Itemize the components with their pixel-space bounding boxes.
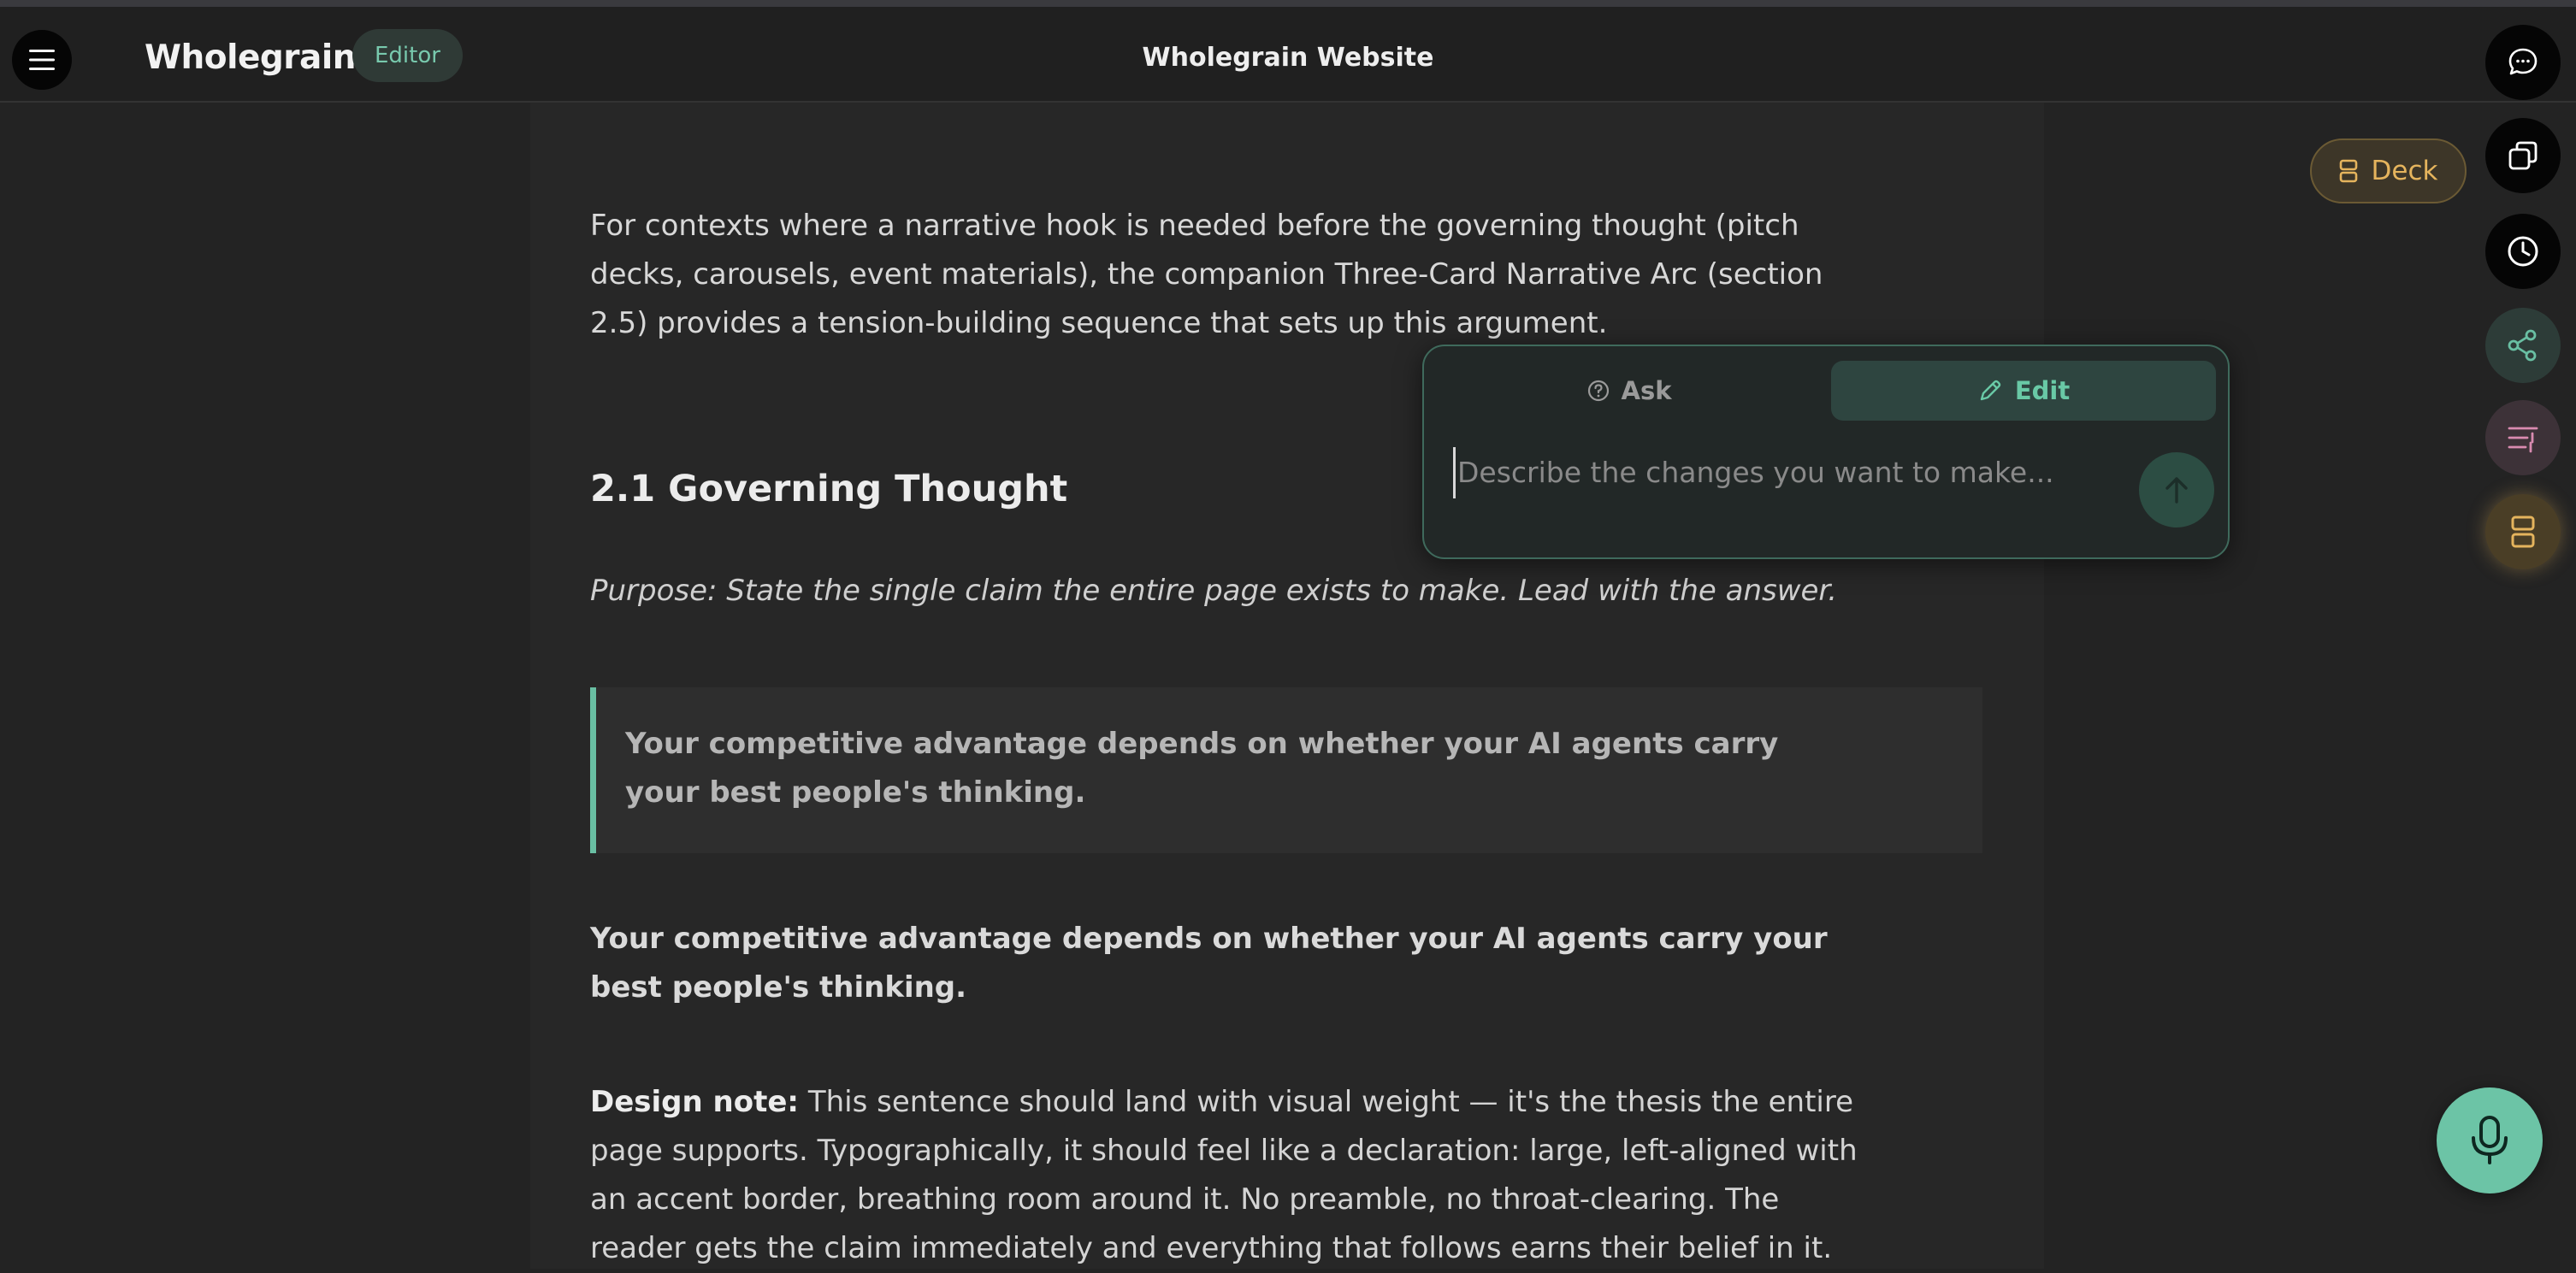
- pencil-icon: [1980, 380, 2001, 401]
- section-heading: 2.1 Governing Thought: [590, 468, 1068, 510]
- document-title: Wholegrain Website: [1142, 43, 1434, 73]
- window-top-bar: [0, 0, 2576, 7]
- edit-mode-tab[interactable]: Edit: [1831, 361, 2216, 421]
- deck-toggle-button[interactable]: [2485, 494, 2561, 569]
- design-note: Design note: This sentence should land w…: [590, 1078, 1873, 1273]
- thesis-statement: Your competitive advantage depends on wh…: [590, 922, 1828, 1005]
- deck-icon: [2511, 516, 2535, 548]
- ask-edit-popover: Ask Edit: [1422, 345, 2230, 559]
- app-header: Wholegrain Editor Wholegrain Website: [0, 7, 2576, 103]
- history-button[interactable]: [2485, 214, 2561, 289]
- share-icon: [2508, 329, 2537, 362]
- deck-button[interactable]: Deck: [2310, 138, 2467, 203]
- edit-label: Edit: [2014, 376, 2071, 405]
- settings-button[interactable]: [2485, 400, 2561, 475]
- clock-icon: [2508, 236, 2538, 267]
- ask-label: Ask: [1621, 376, 1672, 405]
- microphone-icon: [2472, 1116, 2508, 1164]
- share-button[interactable]: [2485, 308, 2561, 383]
- callout-text: Your competitive advantage depends on wh…: [625, 727, 1779, 810]
- question-circle-icon: [1587, 380, 1609, 402]
- deck-icon: [2339, 159, 2357, 183]
- copy-button[interactable]: [2485, 118, 2561, 193]
- intro-paragraph: For contexts where a narrative hook is n…: [590, 209, 1823, 340]
- chat-button[interactable]: [2485, 25, 2561, 100]
- chat-icon: [2508, 48, 2538, 75]
- design-note-label: Design note:: [590, 1085, 800, 1119]
- deck-label: Deck: [2371, 156, 2438, 186]
- change-description-input[interactable]: [1453, 447, 2103, 498]
- voice-input-button[interactable]: [2437, 1087, 2543, 1193]
- settings-sliders-icon: [2508, 427, 2538, 453]
- send-button[interactable]: [2139, 452, 2214, 527]
- copy-icon: [2508, 141, 2538, 170]
- ask-mode-tab[interactable]: Ask: [1441, 361, 1817, 421]
- purpose-text: Purpose: State the single claim the enti…: [590, 574, 1838, 608]
- governing-thought-callout: Your competitive advantage depends on wh…: [590, 687, 1982, 853]
- arrow-up-icon: [2165, 477, 2188, 504]
